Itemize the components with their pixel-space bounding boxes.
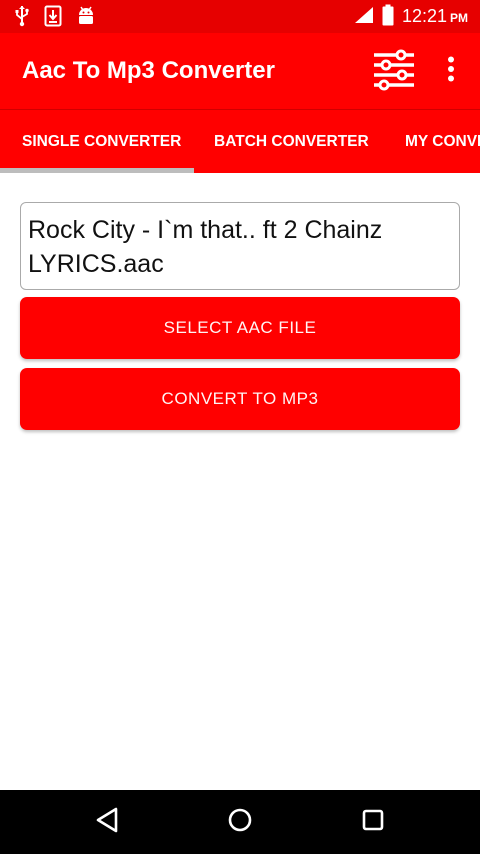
back-icon — [95, 807, 121, 838]
equalizer-settings-icon — [372, 49, 416, 96]
tab-single-converter[interactable]: SINGLE CONVERTER — [22, 110, 181, 173]
selected-file-field[interactable]: Rock City - I`m that.. ft 2 Chainz LYRIC… — [20, 202, 460, 290]
more-vert-icon — [447, 56, 455, 87]
home-icon — [227, 807, 253, 838]
status-system-area: 12:21 PM — [354, 4, 468, 31]
recents-icon — [361, 808, 385, 837]
status-ampm: PM — [450, 11, 468, 25]
select-aac-file-button[interactable]: SELECT AAC FILE — [20, 297, 460, 359]
status-bar: 12:21 PM — [0, 0, 480, 33]
status-time: 12:21 — [401, 6, 447, 26]
app-toolbar: Aac To Mp3 Converter — [0, 33, 480, 109]
equalizer-settings-button[interactable] — [370, 49, 418, 95]
status-clock: 12:21 PM — [402, 4, 468, 30]
tab-my-converted-files[interactable]: MY CONVERTED FILES — [405, 110, 480, 173]
nav-recents-button[interactable] — [345, 798, 401, 846]
app-title: Aac To Mp3 Converter — [22, 57, 275, 84]
convert-to-mp3-button[interactable]: CONVERT TO MP3 — [20, 368, 460, 430]
nav-back-button[interactable] — [80, 798, 136, 846]
app-screen: 12:21 PM Aac To Mp3 Converter SINGLE CON… — [0, 0, 480, 854]
download-icon — [44, 5, 62, 32]
nav-home-button[interactable] — [212, 798, 268, 846]
more-options-button[interactable] — [436, 51, 466, 91]
android-icon — [76, 5, 96, 32]
system-navigation-bar — [0, 790, 480, 854]
signal-icon — [354, 6, 374, 29]
battery-icon — [382, 4, 394, 31]
tab-bar: SINGLE CONVERTER BATCH CONVERTER MY CONV… — [0, 109, 480, 173]
status-notification-icons — [14, 5, 96, 32]
tab-batch-converter[interactable]: BATCH CONVERTER — [214, 110, 369, 173]
tab-selected-indicator — [0, 168, 194, 173]
usb-icon — [14, 5, 30, 32]
